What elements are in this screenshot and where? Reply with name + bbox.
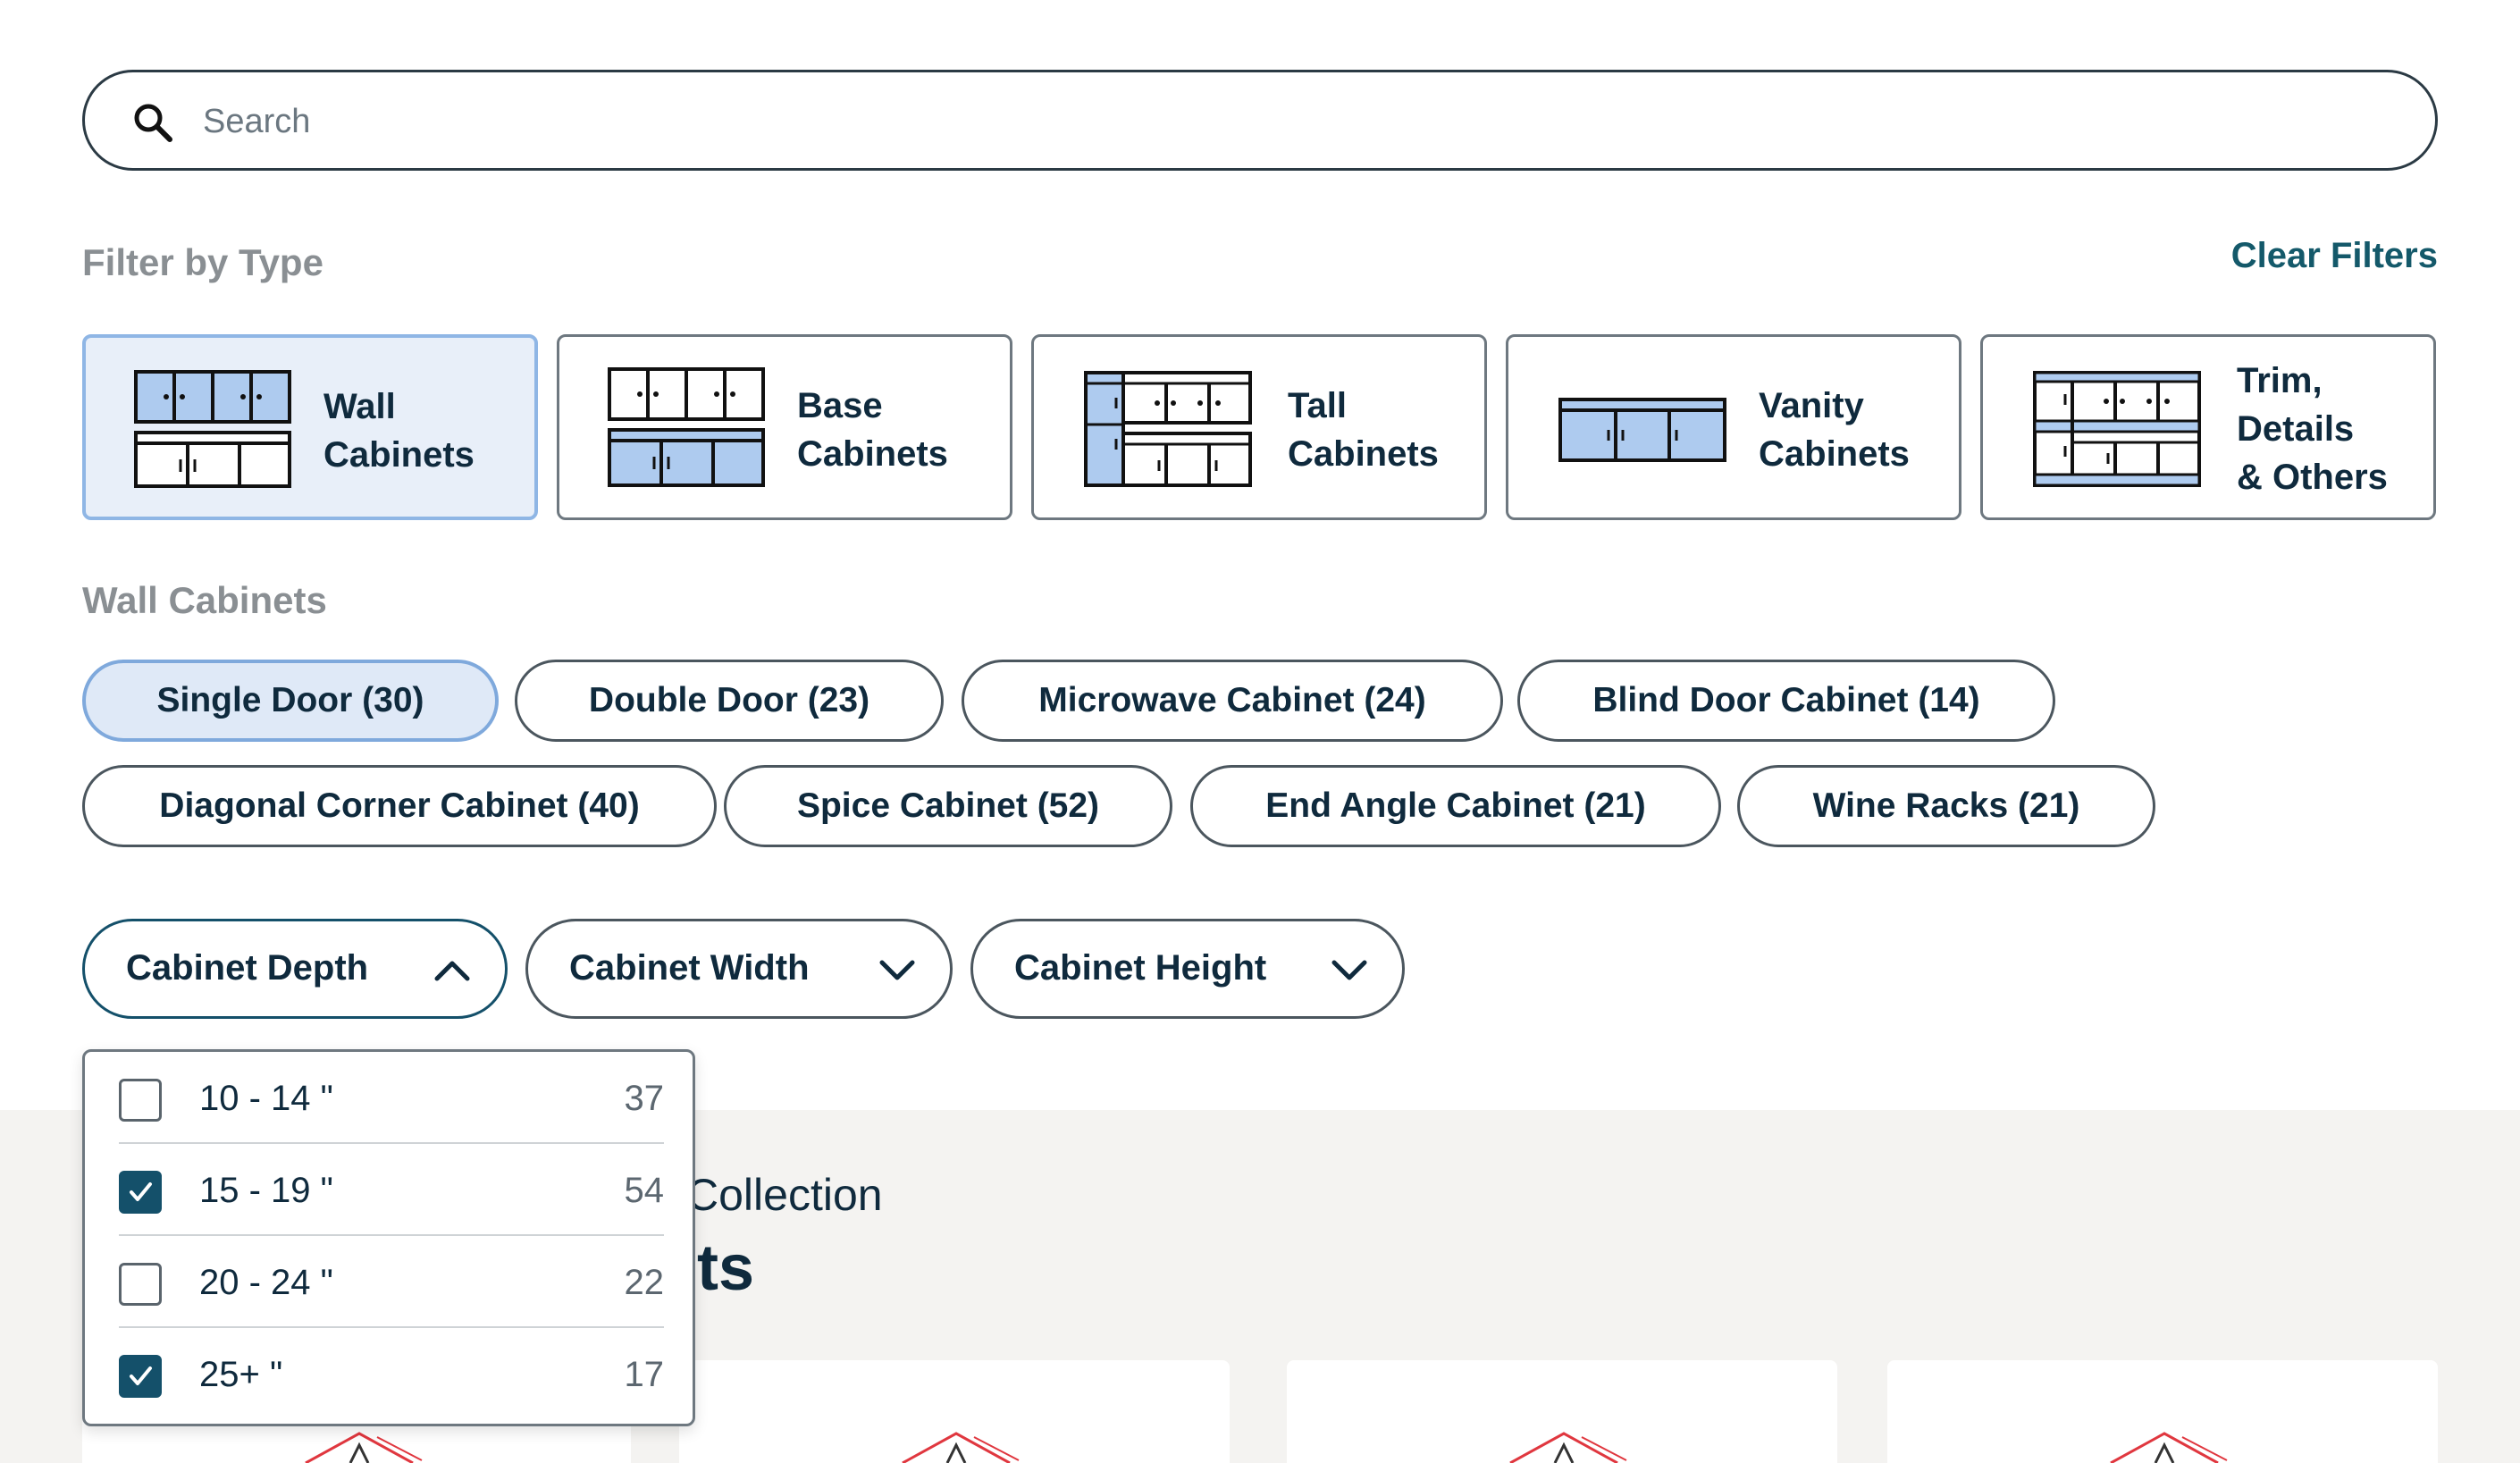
type-card-wall-cabinets[interactable]: Wall Cabinets [82,334,538,520]
pill-spice-cabinet[interactable]: Spice Cabinet (52) [724,765,1172,847]
pill-double-door[interactable]: Double Door (23) [515,660,944,742]
type-card-label: Wall [323,387,396,426]
cabinet-width-dropdown[interactable]: Cabinet Width [525,919,953,1019]
cabinet-depth-dropdown[interactable]: Cabinet Depth [82,919,508,1019]
option-label: 15 - 19 " [199,1171,333,1210]
checkbox-checked[interactable] [119,1355,162,1398]
option-label: 25+ " [199,1355,283,1394]
type-card-label: Cabinets [1288,434,1439,474]
depth-option-10-14[interactable]: 10 - 14 " 37 [119,1052,664,1144]
collection-heading: Collection [686,1170,883,1220]
type-card-label: Base [797,386,883,425]
pill-diagonal-corner-cabinet[interactable]: Diagonal Corner Cabinet (40) [82,765,717,847]
search-icon [134,104,172,142]
search-input[interactable] [203,90,2383,153]
type-card-label: Tall [1288,386,1347,425]
product-drawing-image [1509,1432,1627,1463]
checkmark-icon [130,1366,152,1385]
tall-cabinets-icon [1084,371,1252,487]
depth-option-15-19[interactable]: 15 - 19 " 54 [119,1144,664,1236]
checkbox-checked[interactable] [119,1171,162,1214]
type-card-label: Cabinets [323,435,475,475]
trim-details-icon [2033,371,2201,487]
cabinet-height-dropdown[interactable]: Cabinet Height [970,919,1405,1019]
option-count: 37 [624,1079,665,1118]
checkmark-icon [130,1182,152,1201]
wall-cabinets-icon [134,370,291,488]
subcategory-heading: Wall Cabinets [82,579,327,621]
cabinet-depth-panel: 10 - 14 " 37 15 - 19 " 54 20 - 24 " 22 2… [82,1049,695,1426]
chevron-up-icon [434,961,470,981]
product-card[interactable] [679,1360,1230,1463]
depth-option-20-24[interactable]: 20 - 24 " 22 [119,1236,664,1328]
type-card-label: Vanity [1759,386,1864,425]
checkbox[interactable] [119,1079,162,1122]
type-card-label: Cabinets [797,434,948,474]
pill-microwave-cabinet[interactable]: Microwave Cabinet (24) [962,660,1503,742]
vanity-cabinets-icon [1558,398,1726,462]
base-cabinets-icon [608,367,765,487]
type-card-label: Details [2237,409,2355,449]
chevron-down-icon [879,960,915,980]
option-label: 10 - 14 " [199,1079,333,1118]
product-card[interactable] [1287,1360,1837,1463]
pill-blind-door-cabinet[interactable]: Blind Door Cabinet (14) [1517,660,2055,742]
type-card-tall-cabinets[interactable]: Tall Cabinets [1031,334,1487,520]
option-count: 54 [624,1171,665,1210]
depth-option-25-plus[interactable]: 25+ " 17 [119,1328,664,1420]
pill-wine-racks[interactable]: Wine Racks (21) [1737,765,2155,847]
checkbox[interactable] [119,1263,162,1306]
type-card-base-cabinets[interactable]: Base Cabinets [557,334,1012,520]
type-card-label: & Others [2237,458,2388,497]
type-card-label: Trim, [2237,361,2323,400]
option-label: 20 - 24 " [199,1263,333,1302]
dropdown-label: Cabinet Height [1014,948,1267,988]
type-card-vanity-cabinets[interactable]: Vanity Cabinets [1506,334,1961,520]
pill-end-angle-cabinet[interactable]: End Angle Cabinet (21) [1190,765,1721,847]
product-card[interactable] [1887,1360,2438,1463]
type-card-trim-details-others[interactable]: Trim, Details & Others [1980,334,2436,520]
dropdown-label: Cabinet Depth [126,948,369,988]
chevron-down-icon [1331,960,1367,980]
pill-single-door[interactable]: Single Door (30) [82,660,499,742]
option-count: 17 [624,1355,665,1394]
type-card-label: Cabinets [1759,434,1910,474]
filter-by-type-heading: Filter by Type [82,241,323,283]
search-bar[interactable] [82,70,2438,171]
option-count: 22 [624,1263,665,1302]
clear-filters-link[interactable]: Clear Filters [2231,236,2438,276]
dropdown-label: Cabinet Width [569,948,810,988]
product-drawing-image [902,1432,1020,1463]
product-drawing-image [2110,1432,2228,1463]
